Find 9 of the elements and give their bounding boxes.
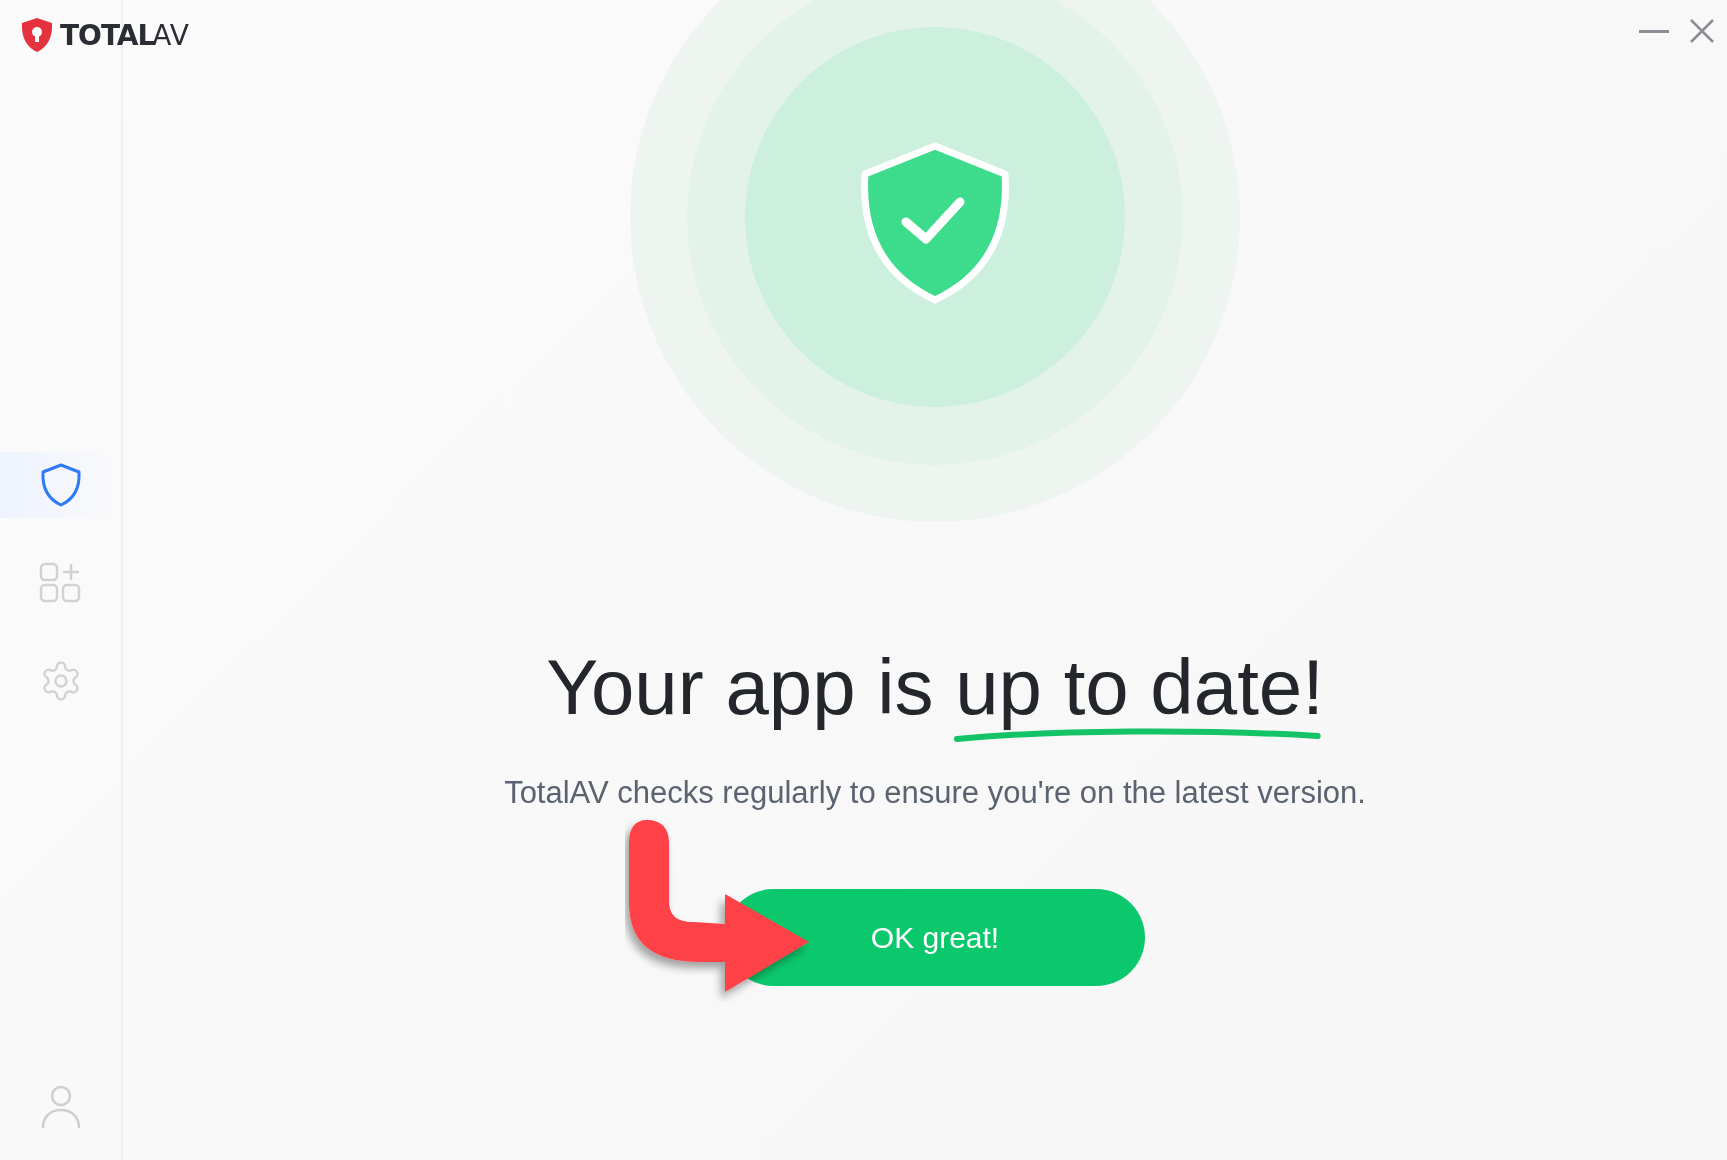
shield-icon bbox=[39, 462, 82, 508]
status-heading: Your app is up to date! bbox=[546, 642, 1324, 733]
close-icon[interactable] bbox=[1689, 18, 1715, 44]
apps-icon bbox=[38, 562, 83, 604]
status-description: TotalAV checks regularly to ensure you're on the latest version. bbox=[504, 775, 1366, 811]
shield-check-icon bbox=[861, 142, 1009, 304]
logo-shield-icon bbox=[20, 17, 54, 53]
minimize-icon[interactable] bbox=[1639, 28, 1669, 34]
logo-wordmark: TOTALAV bbox=[60, 18, 189, 52]
